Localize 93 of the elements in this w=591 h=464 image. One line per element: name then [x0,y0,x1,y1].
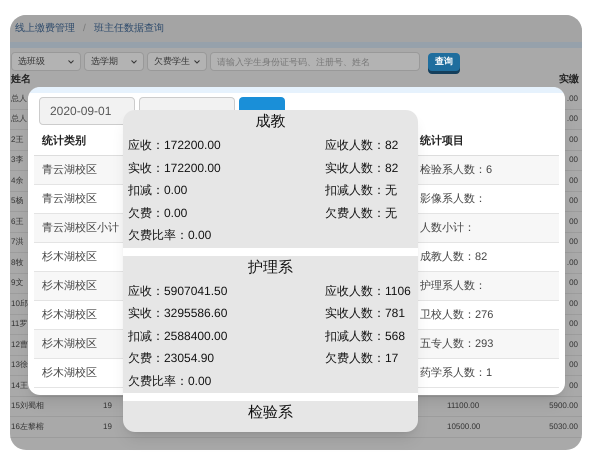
select-dropdown[interactable]: 选学期 [84,52,144,71]
table-cell: 杉木湖校区 [42,280,97,292]
stat-text: 应收：172200.00 [128,137,221,154]
column-header: 实缴 [559,74,579,86]
search-button[interactable]: 查询 [428,52,460,70]
table-cell: 00 [569,176,578,185]
table-cell: 19 [103,401,112,410]
table-cell: 青云湖校区 [42,164,97,176]
table-cell: 19 [103,422,112,431]
breadcrumb-link[interactable]: 班主任数据查询 [94,21,164,36]
table-cell: 人数小计： [420,222,475,234]
query-button[interactable] [239,97,285,110]
stat-text: 应收人数：82 [325,137,400,154]
stat-text: 实收：172200.00 [128,160,221,177]
table-cell: 卫校人数：276 [420,308,494,321]
table-cell: 药学系人数：1 [420,366,492,379]
column-header: 统计项目 [420,134,464,147]
table-cell: 2王 [11,134,24,144]
table-cell: 15刘蜀相 [11,401,44,410]
chevron-down-icon [131,60,137,64]
chevron-down-icon [68,60,74,64]
search-field[interactable]: 请输入学生身份证号码、注册号、姓名 [210,52,420,71]
breadcrumb-link[interactable]: 线上缴费管理 [15,21,75,36]
table-cell: 13徐 [11,360,28,370]
table-cell: .00 [566,114,578,124]
table-cell: 00 [569,360,578,370]
table-cell: 杉木湖校区 [42,366,97,379]
table-cell: 8牧 [11,258,24,267]
table-cell: 00 [569,237,578,246]
table-cell: 杉木湖校区 [42,250,97,263]
table-cell: 00 [569,155,578,164]
stat-text: 实收人数：781 [325,305,406,322]
stat-text: 欠费：0.00 [128,204,188,222]
table-cell: 总人 [11,94,27,103]
table-cell: 11100.00 [447,401,480,410]
stat-text: 扣减人数：无 [325,182,398,200]
section-title: 护理系 [248,258,293,278]
table-cell: 杉木湖校区 [42,308,97,321]
table-cell: 4余 [11,176,24,185]
table-cell: 10邱 [11,298,28,308]
table-cell: 5900.00 [549,401,578,410]
table-cell: 青云湖校区小计 [42,222,119,234]
table-cell: 5030.00 [549,422,578,431]
table-cell: .00 [566,258,578,267]
table-cell: 检验系人数：6 [420,164,492,176]
table-cell: .00 [566,94,578,103]
stat-text: 实收：3295586.60 [128,305,228,322]
stat-text: 欠费：23054.90 [128,350,214,368]
stat-text: 扣减：2588400.00 [128,328,228,345]
section-title: 检验系 [248,403,293,423]
table-cell: 影像系人数： [420,192,486,205]
table-cell: 护理系人数： [420,280,486,292]
table-cell: 00 [569,298,578,308]
stat-text: 欠费比率：0.00 [128,227,212,244]
table-cell: 7洪 [11,237,24,246]
date-field[interactable]: 2020-09-01 [39,97,135,125]
select-dropdown[interactable]: 欠费学生 [147,52,207,71]
column-header: 统计类别 [42,134,86,147]
stat-text: 实收人数：82 [325,160,400,177]
date-field[interactable] [139,97,235,110]
select-dropdown[interactable]: 选班级 [11,52,81,71]
table-cell: 00 [569,216,578,226]
stat-text: 应收人数：1106 [325,282,412,300]
table-cell: 杉木湖校区 [42,338,97,350]
table-cell: 3李 [11,155,24,164]
stat-text: 欠费人数：无 [325,204,398,222]
table-cell: 16左黎榕 [11,422,44,431]
table-cell: 9文 [11,278,24,288]
table-cell: 14王 [11,380,28,390]
table-cell: 青云湖校区 [42,192,97,205]
table-cell: 00 [569,278,578,288]
stat-text: 扣减：0.00 [128,182,188,200]
chevron-down-icon [194,60,200,64]
table-cell: 00 [569,134,578,144]
table-cell: 00 [569,340,578,349]
table-cell: 00 [569,319,578,328]
stat-text: 欠费比率：0.00 [128,372,212,390]
stat-text: 扣减人数：568 [325,328,406,345]
table-cell: 6王 [11,216,24,226]
stat-text: 应收：5907041.50 [128,282,228,300]
section-title: 成教 [256,112,286,132]
table-cell: 10500.00 [447,422,480,431]
table-cell: 总人 [11,114,27,124]
table-cell: 00 [569,380,578,390]
table-cell: 五专人数：293 [420,338,494,350]
table-cell: 5杨 [11,196,24,206]
breadcrumb-separator: / [83,22,86,36]
table-cell: 11罗 [11,319,28,328]
table-cell: 成教人数：82 [420,250,488,263]
table-cell: 00 [569,196,578,206]
column-header: 姓名 [11,74,31,86]
table-cell: 12曹 [11,340,28,349]
stat-text: 欠费人数：17 [325,350,400,368]
